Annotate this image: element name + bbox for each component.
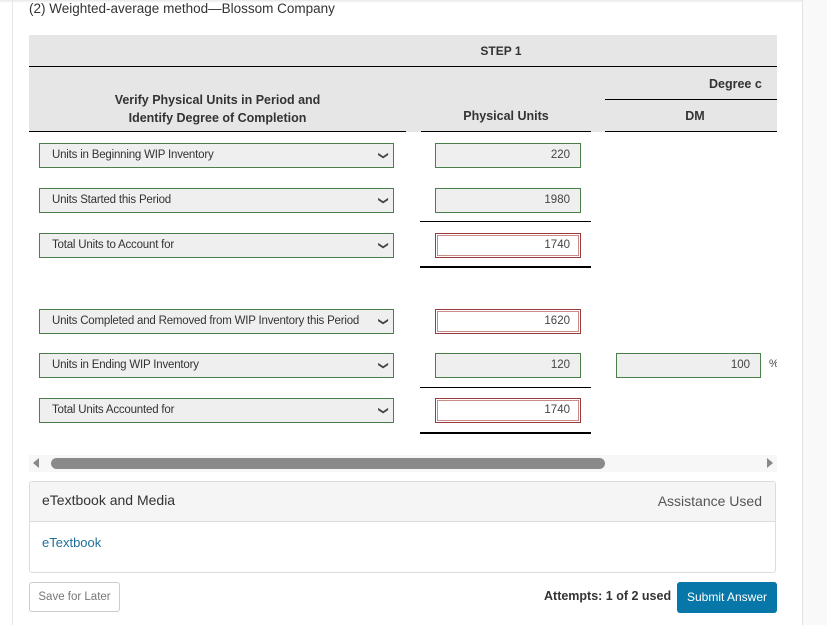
left-divider <box>12 0 13 625</box>
row-label-select[interactable]: Total Units Accounted for ❯ <box>39 398 394 423</box>
subtotal-rule <box>420 387 591 388</box>
select-value: Total Units Accounted for <box>52 404 175 416</box>
select-value: Units in Ending WIP Inventory <box>52 359 199 371</box>
attempts-status: Attempts: 1 of 2 used <box>544 589 672 603</box>
dm-percent-input[interactable]: 100 <box>616 353 761 378</box>
physical-units-input-error[interactable]: 1740 <box>435 398 581 423</box>
verify-header-line1: Verify Physical Units in Period and <box>114 93 321 107</box>
physical-units-input[interactable]: 1980 <box>435 188 581 213</box>
etextbook-media-panel: eTextbook and Media Assistance Used eTex… <box>29 481 776 573</box>
chevron-down-icon: ❯ <box>377 241 389 250</box>
physical-units-input[interactable]: 120 <box>435 353 581 378</box>
chevron-down-icon: ❯ <box>377 406 389 415</box>
verify-rule <box>29 131 406 132</box>
row-label-select[interactable]: Units Started this Period ❯ <box>39 188 394 213</box>
assistance-used-label: Assistance Used <box>657 493 762 509</box>
chevron-down-icon: ❯ <box>377 361 389 370</box>
row-label-select[interactable]: Units in Ending WIP Inventory ❯ <box>39 353 394 378</box>
percent-sign: % <box>769 358 777 370</box>
chevron-down-icon: ❯ <box>377 151 389 160</box>
media-panel-header: eTextbook and Media Assistance Used <box>30 482 775 522</box>
media-panel-title: eTextbook and Media <box>42 492 176 508</box>
degree-of-completion-header: Degree c <box>709 77 762 91</box>
physical-rule <box>421 131 591 132</box>
select-value: Units Completed and Removed from WIP Inv… <box>52 315 360 327</box>
scrollbar-thumb[interactable] <box>51 458 605 469</box>
physical-units-input[interactable]: 220 <box>435 143 581 168</box>
physical-units-input-error[interactable]: 1740 <box>435 233 581 258</box>
physical-units-header: Physical Units <box>463 109 549 123</box>
degree-rule <box>605 99 777 100</box>
select-value: Total Units to Account for <box>52 239 175 251</box>
physical-units-input-error[interactable]: 1620 <box>435 309 581 334</box>
dm-header: DM <box>685 109 705 123</box>
dm-rule <box>605 131 777 132</box>
chevron-down-icon: ❯ <box>377 317 389 326</box>
question-title: (2) Weighted-average method—Blossom Comp… <box>29 1 335 16</box>
right-side-panel <box>802 0 827 625</box>
chevron-down-icon: ❯ <box>377 196 389 205</box>
etextbook-link[interactable]: eTextbook <box>42 535 101 550</box>
step-header: STEP 1 <box>480 44 522 58</box>
row-label-select[interactable]: Units Completed and Removed from WIP Inv… <box>39 309 394 334</box>
horizontal-scrollbar[interactable] <box>29 455 777 472</box>
subtotal-rule <box>420 221 591 222</box>
row-label-select[interactable]: Units in Beginning WIP Inventory ❯ <box>39 143 394 168</box>
select-value: Units in Beginning WIP Inventory <box>52 149 214 161</box>
verify-header-line2: Identify Degree of Completion <box>128 111 307 125</box>
units-table: STEP 1 Verify Physical Units in Period a… <box>29 35 777 455</box>
scroll-right-arrow-icon[interactable] <box>767 458 773 468</box>
header-rule <box>29 66 777 67</box>
total-rule <box>420 266 591 268</box>
total-rule <box>420 432 591 434</box>
scroll-left-arrow-icon[interactable] <box>33 458 39 468</box>
select-value: Units Started this Period <box>52 194 172 206</box>
row-label-select[interactable]: Total Units to Account for ❯ <box>39 233 394 258</box>
save-for-later-button[interactable]: Save for Later <box>29 582 120 612</box>
verify-header: Verify Physical Units in Period and Iden… <box>29 91 406 127</box>
submit-answer-button[interactable]: Submit Answer <box>677 582 777 613</box>
